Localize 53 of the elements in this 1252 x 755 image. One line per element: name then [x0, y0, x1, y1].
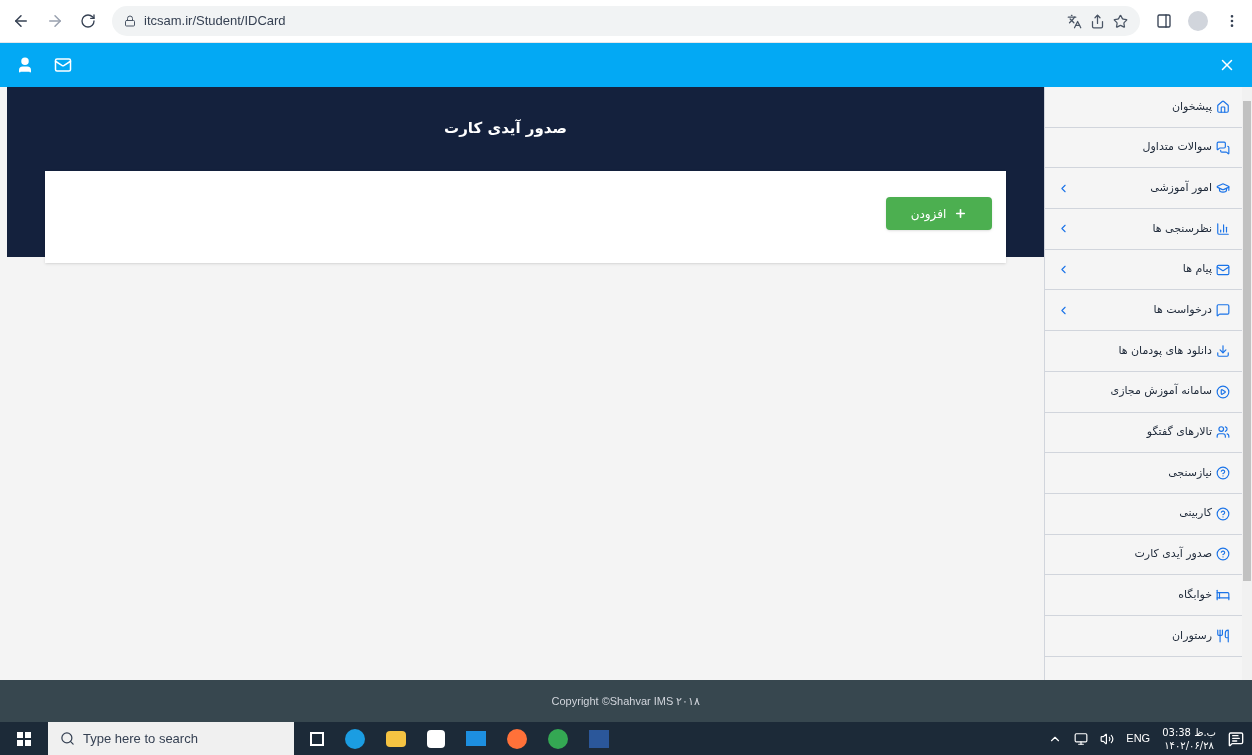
translate-icon[interactable]	[1067, 13, 1082, 29]
copyright-text: Copyright ©Shahvar IMS ۲۰۱۸	[551, 693, 701, 709]
download-icon	[1216, 343, 1230, 358]
user-icon[interactable]	[16, 56, 34, 74]
chat-icon	[1216, 140, 1230, 155]
search-placeholder: Type here to search	[83, 729, 198, 748]
lock-icon	[124, 15, 136, 27]
sidebar-label: تالارهای گفتگو	[1146, 424, 1212, 441]
mail-icon	[1216, 262, 1230, 277]
bed-icon	[1216, 588, 1230, 603]
side-panel-icon[interactable]	[1156, 13, 1172, 29]
message-icon	[1216, 303, 1230, 318]
users-icon	[1216, 425, 1230, 440]
clock-time: 03:38 ب.ظ	[1162, 725, 1216, 739]
sidebar-label: درخواست ها	[1153, 302, 1212, 319]
taskbar-search-field[interactable]: Type here to search	[48, 722, 294, 755]
star-icon[interactable]	[1113, 13, 1128, 29]
sidebar-label: امور آموزشی	[1150, 179, 1212, 196]
bar-chart-icon	[1216, 221, 1230, 236]
utensils-icon	[1216, 628, 1230, 643]
sidebar-label: دانلود های پودمان ها	[1118, 342, 1212, 359]
sidebar-label: سوالات متداول	[1142, 139, 1212, 156]
search-icon	[60, 731, 75, 746]
page-title: صدور آیدی کارت	[444, 118, 567, 139]
forward-icon[interactable]	[46, 12, 64, 30]
address-bar[interactable]: itcsam.ir/Student/IDCard	[112, 6, 1140, 36]
sidebar-label: پیام ها	[1182, 261, 1212, 278]
reload-icon[interactable]	[80, 13, 96, 29]
play-icon	[1216, 384, 1230, 399]
sidebar-label: پیشخوان	[1171, 98, 1212, 115]
home-icon	[1216, 99, 1230, 114]
back-icon[interactable]	[12, 12, 30, 30]
sidebar-label: نظرسنجی ها	[1152, 220, 1212, 237]
help-icon	[1216, 466, 1230, 481]
sidebar-label: صدور آیدی کارت	[1134, 546, 1212, 563]
sidebar-label: رستوران	[1172, 627, 1212, 644]
sidebar-label: نیازسنجی	[1168, 464, 1212, 481]
task-view-icon[interactable]	[310, 731, 324, 746]
help-icon	[1216, 506, 1230, 521]
scrollbar-thumb[interactable]	[1243, 101, 1251, 581]
language-indicator[interactable]: ENG	[1126, 730, 1151, 747]
sidebar-label: کاربینی	[1179, 505, 1212, 522]
share-icon[interactable]	[1090, 13, 1105, 29]
volume-icon[interactable]	[1100, 731, 1115, 746]
mail-icon[interactable]	[54, 56, 72, 74]
clock-date: ۱۴۰۲/۰۶/۲۸	[1164, 738, 1214, 752]
notification-icon[interactable]	[1228, 730, 1244, 747]
url-text: itcsam.ir/Student/IDCard	[144, 12, 286, 31]
graduation-cap-icon	[1216, 181, 1230, 196]
sidebar-label: خوابگاه	[1178, 586, 1212, 603]
plus-icon	[954, 207, 968, 220]
help-icon	[1216, 547, 1230, 562]
sidebar-label: سامانه آموزش مجازی	[1110, 383, 1212, 400]
